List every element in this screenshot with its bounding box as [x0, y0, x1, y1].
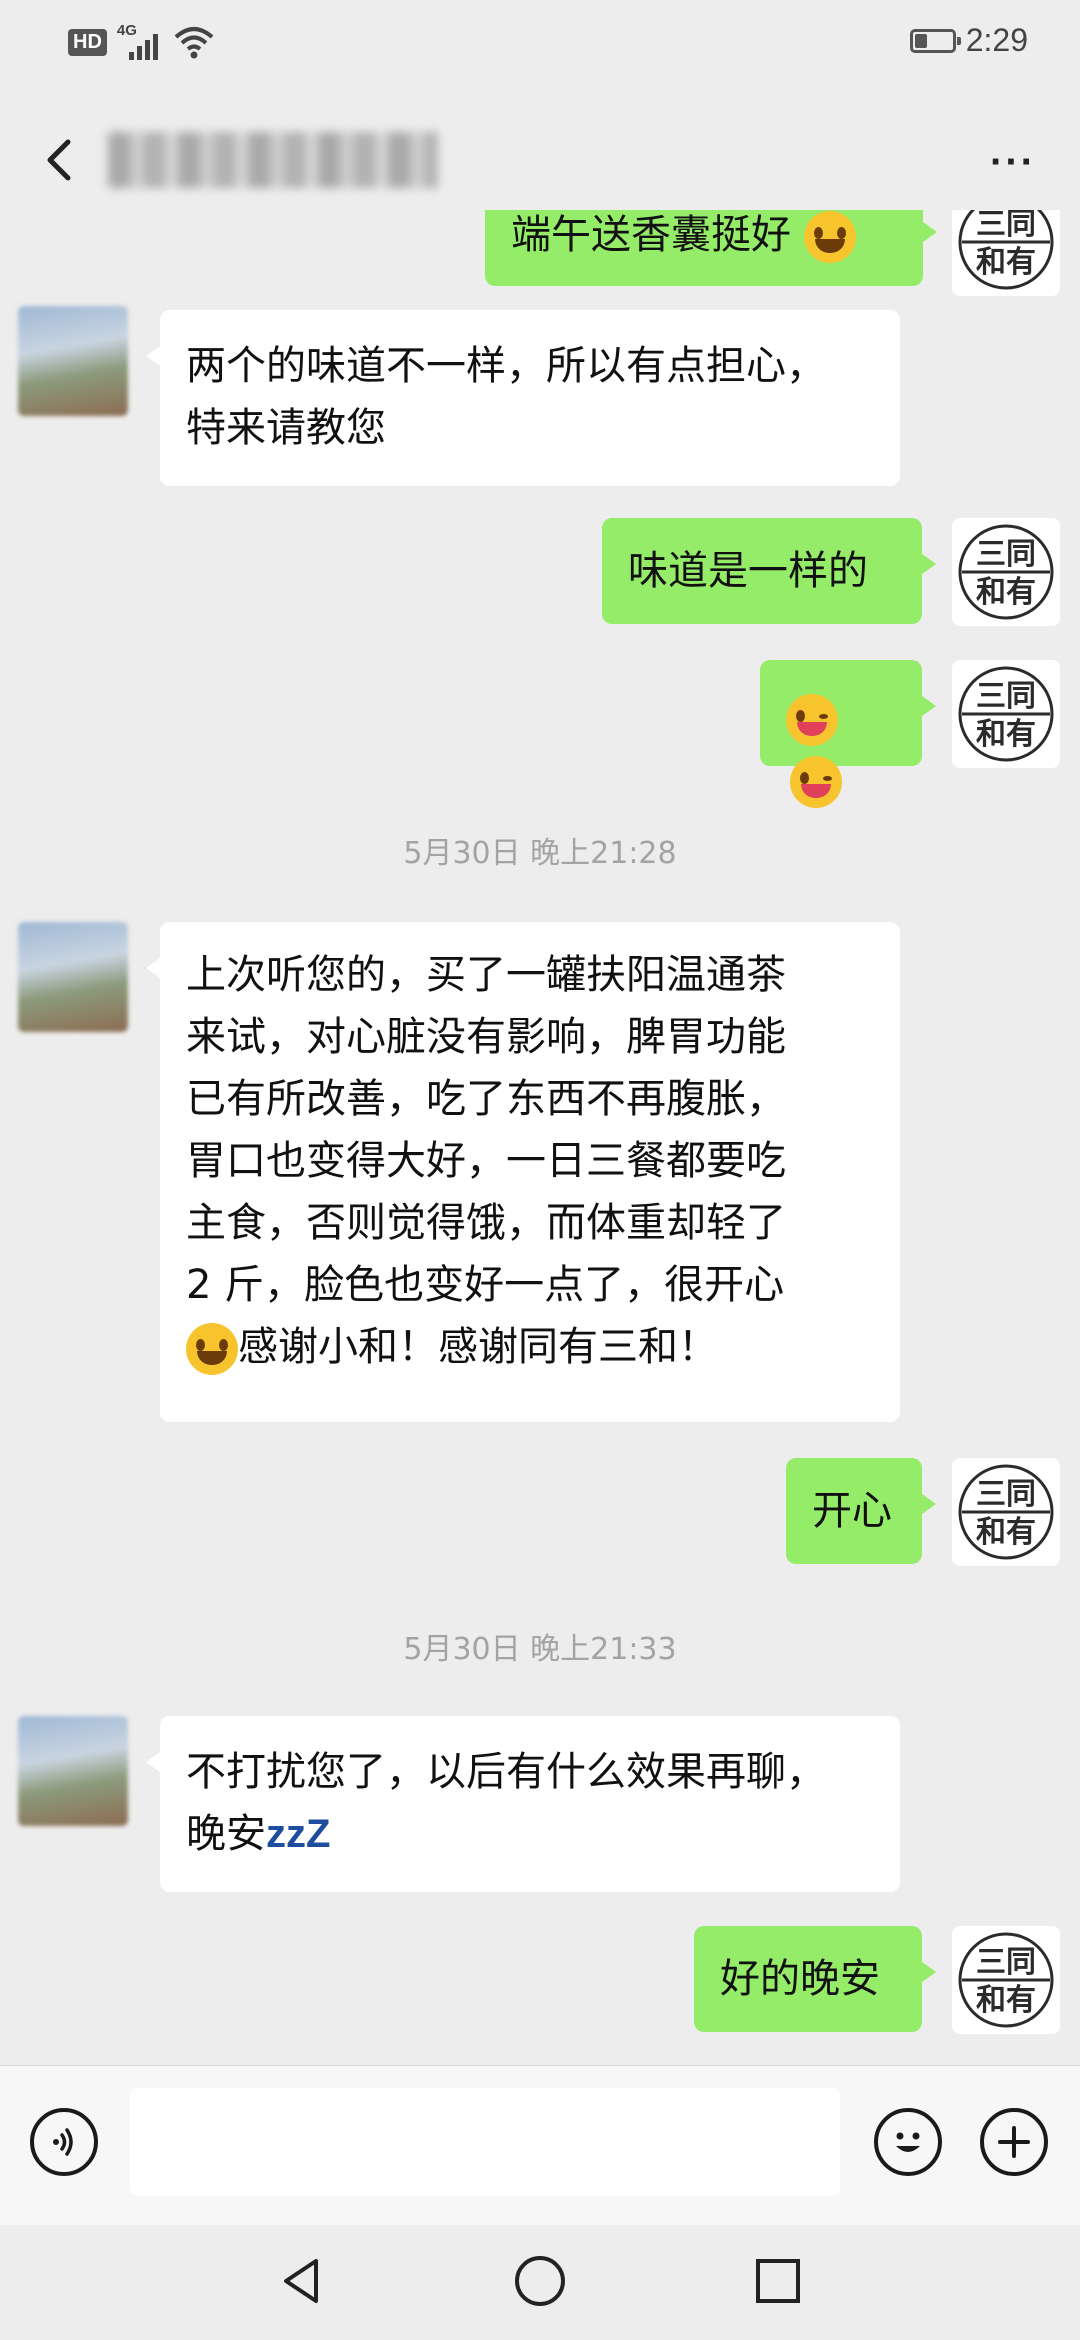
recents-square-icon[interactable] [748, 2251, 808, 2311]
home-circle-icon[interactable] [510, 2251, 570, 2311]
tongue-wink-emoji [790, 756, 842, 808]
signal-icon: 4G [117, 22, 163, 60]
avatar[interactable] [18, 922, 128, 1032]
chevron-left-icon [47, 139, 71, 181]
more-functions-button[interactable] [980, 2108, 1048, 2176]
avatar[interactable]: 三同 和有 [952, 210, 1060, 296]
svg-text:和有: 和有 [976, 1515, 1036, 1550]
chat-list[interactable]: 端午送香囊挺好 三同 和有 两个的味道不一样，所以有点担心， 特来请教您 味道是一… [0, 210, 1080, 2065]
svg-text:和有: 和有 [976, 575, 1036, 610]
avatar[interactable]: 三同 和有 [952, 1458, 1060, 1566]
message-line-with-emoji: 感谢小和！感谢同有三和！ [186, 1316, 874, 1378]
more-options-button[interactable]: ··· [990, 140, 1036, 185]
avatar[interactable] [18, 306, 128, 416]
avatar[interactable]: 三同 和有 [952, 1926, 1060, 2034]
svg-text:三同: 三同 [976, 210, 1036, 242]
svg-text:三同: 三同 [976, 1477, 1036, 1512]
battery-icon [909, 28, 961, 53]
message-text: 开心 [812, 1488, 892, 1534]
message-text: 味道是一样的 [628, 548, 868, 594]
svg-text:和有: 和有 [976, 1983, 1036, 2018]
message-line: 不打扰您了，以后有什么效果再聊， [186, 1749, 826, 1795]
avatar[interactable] [18, 1716, 128, 1826]
message-line: 胃口也变得大好，一日三餐都要吃 [186, 1138, 786, 1184]
voice-icon [53, 2128, 73, 2156]
smiley-icon [896, 2132, 920, 2152]
avatar[interactable]: 三同 和有 [952, 660, 1060, 768]
message-line: 2 斤，脸色也变好一点了，很开心 [186, 1262, 785, 1308]
brand-logo-icon: 三同和有 [958, 1464, 1054, 1560]
system-navigation-bar [0, 2225, 1080, 2340]
brand-logo-icon: 三同和有 [958, 524, 1054, 620]
svg-text:和有: 和有 [976, 717, 1036, 752]
message-line: 特来请教您 [186, 405, 386, 451]
message-text: 好的晚安 [720, 1956, 880, 2002]
brand-logo-icon: 三同和有 [958, 210, 1054, 290]
brand-logo-icon: 三同和有 [958, 666, 1054, 762]
svg-text:三同: 三同 [976, 679, 1036, 714]
timestamp: 5月30日 晚上21:28 [403, 836, 677, 871]
message-line: 来试，对心脏没有影响，脾胃功能 [186, 1014, 786, 1060]
contact-name-blurred [108, 132, 438, 188]
emoji-button[interactable] [874, 2108, 942, 2176]
timestamp: 5月30日 晚上21:33 [403, 1632, 677, 1667]
svg-text:三同: 三同 [976, 537, 1036, 572]
smile-emoji [803, 211, 856, 263]
voice-button[interactable] [30, 2108, 98, 2176]
message-line: 已有所改善，吃了东西不再腹胀， [186, 1076, 786, 1122]
svg-text:和有: 和有 [976, 245, 1036, 280]
clock: 2:29 [965, 22, 1028, 58]
message-line: 两个的味道不一样，所以有点担心， [186, 343, 826, 389]
back-triangle-icon[interactable] [272, 2251, 332, 2311]
input-bar [0, 2065, 1080, 2226]
smile-emoji [186, 1323, 238, 1375]
message-line: 上次听您的，买了一罐扶阳温通茶 [186, 952, 786, 998]
plus-icon [998, 2126, 1030, 2158]
message-input[interactable] [130, 2088, 840, 2196]
message-line: 晚安zzZ [186, 1811, 331, 1857]
status-bar: HD 4G 2:29 [0, 0, 1080, 90]
back-button[interactable] [34, 132, 84, 188]
zzz-emoji: zzZ [266, 1812, 331, 1856]
svg-text:三同: 三同 [976, 1945, 1036, 1980]
hd-badge: HD [68, 28, 107, 56]
wifi-icon [174, 27, 214, 59]
message-line: 主食，否则觉得饿，而体重却轻了 [186, 1200, 786, 1246]
chat-header: ··· [0, 110, 1080, 210]
tongue-wink-emoji [786, 694, 838, 746]
avatar[interactable]: 三同 和有 [952, 518, 1060, 626]
brand-logo-icon: 三同和有 [958, 1932, 1054, 2028]
message-text: 端午送香囊挺好 [511, 212, 791, 258]
